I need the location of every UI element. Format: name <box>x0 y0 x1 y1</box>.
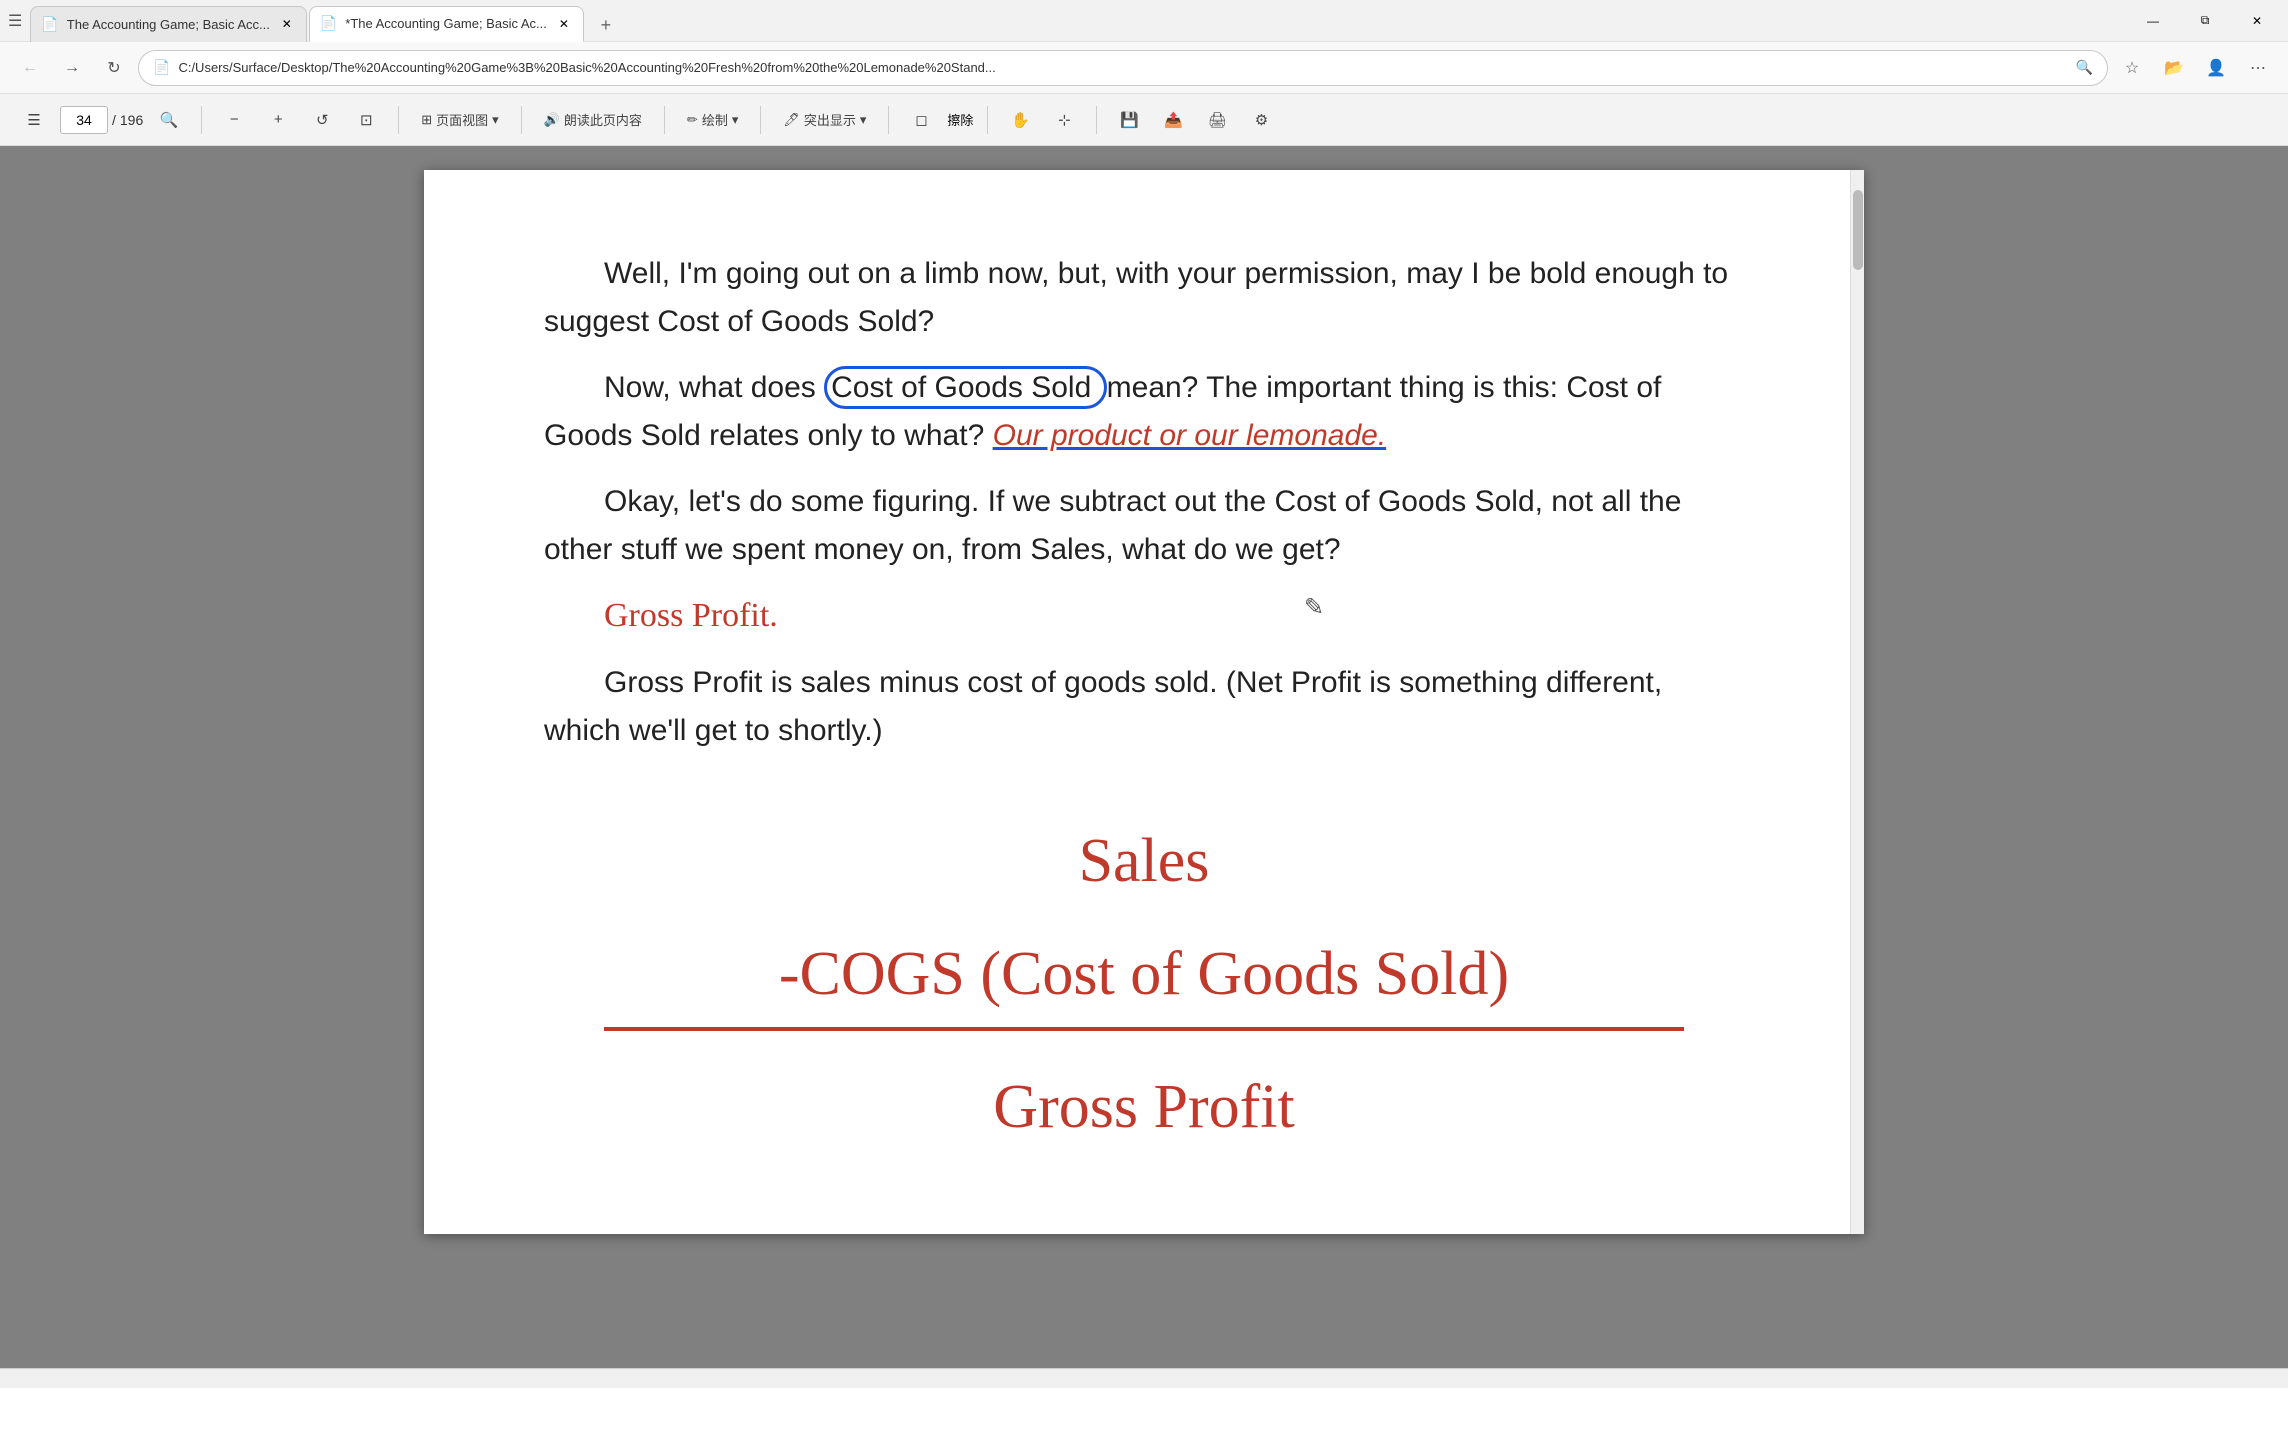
gross-profit-section: Gross Profit. ✎ <box>604 590 1744 641</box>
pdf-scrollbar[interactable] <box>1850 170 1864 1234</box>
save-btn[interactable]: 💾 <box>1111 102 1147 138</box>
divider2 <box>398 106 399 134</box>
select-text-btn[interactable]: ⊹ <box>1046 102 1082 138</box>
formula-gross-profit: Gross Profit <box>544 1061 1744 1154</box>
paragraph-4: Gross Profit is sales minus cost of good… <box>544 659 1744 755</box>
close-btn[interactable]: ✕ <box>2234 5 2280 37</box>
tab-1[interactable]: 📄 The Accounting Game; Basic Acc... ✕ <box>30 6 306 42</box>
sidebar-toggle-icon[interactable]: ☰ <box>8 11 22 31</box>
highlight-chevron-icon: ▾ <box>860 112 867 128</box>
view-chevron-icon: ▾ <box>492 112 499 128</box>
formula-cogs: -COGS (Cost of Goods Sold) <box>604 928 1684 1031</box>
pdf-content-area: Well, I'm going out on a limb now, but, … <box>0 146 2288 1368</box>
tab-2[interactable]: 📄 *The Accounting Game; Basic Ac... ✕ <box>309 6 584 42</box>
page-navigation: / 196 <box>60 106 143 134</box>
total-pages: 196 <box>120 112 143 128</box>
paragraph2-before: Now, what does <box>604 371 816 404</box>
erase-label: 擦除 <box>947 110 973 129</box>
profile-btn[interactable]: 👤 <box>2198 50 2234 86</box>
divider6 <box>888 106 889 134</box>
edit-pencil-icon[interactable]: ✎ <box>1304 590 1324 626</box>
new-tab-btn[interactable]: + <box>590 10 622 42</box>
gross-profit-handwritten: Gross Profit. <box>604 597 778 634</box>
minimize-btn[interactable]: — <box>2130 5 2176 37</box>
highlight-label: 突出显示 <box>804 110 856 129</box>
view-label: 页面视图 <box>436 110 488 129</box>
highlight-icon: 🖊 <box>783 112 800 128</box>
zoom-out-btn[interactable]: − <box>216 102 252 138</box>
tab2-title: *The Accounting Game; Basic Ac... <box>345 16 547 31</box>
paragraph-1: Well, I'm going out on a limb now, but, … <box>544 250 1744 346</box>
pdf-search-btn[interactable]: 🔍 <box>151 102 187 138</box>
taskbar <box>0 1368 2288 1388</box>
maximize-btn[interactable]: ⧉ <box>2182 5 2228 37</box>
back-btn[interactable]: ← <box>12 50 48 86</box>
tab1-title: The Accounting Game; Basic Acc... <box>67 17 270 32</box>
tab2-close-btn[interactable]: ✕ <box>555 15 573 33</box>
eraser-btn[interactable]: ◻ <box>903 102 939 138</box>
navigation-toolbar: ← → ↻ 📄 C:/Users/Surface/Desktop/The%20A… <box>0 42 2288 94</box>
print-btn[interactable]: 🖨 <box>1199 102 1235 138</box>
pdf-menu-btn[interactable]: ☰ <box>16 102 52 138</box>
rotate-btn[interactable]: ↺ <box>304 102 340 138</box>
divider5 <box>760 106 761 134</box>
view-icon: ⊞ <box>421 112 432 128</box>
divider1 <box>201 106 202 134</box>
address-security-icon: 📄 <box>153 59 170 76</box>
zoom-in-btn[interactable]: + <box>260 102 296 138</box>
paragraph2-red-text: Our product or our lemonade. <box>993 419 1387 452</box>
read-label: 朗读此页内容 <box>564 110 642 129</box>
draw-label: 绘制 <box>702 110 728 129</box>
address-search-icon: 🔍 <box>2076 59 2093 76</box>
page-separator: / <box>112 112 116 128</box>
paragraph-2: Now, what does Cost of Goods Sold mean? … <box>544 364 1744 460</box>
cost-of-goods-highlight: Cost of Goods Sold <box>824 366 1107 409</box>
pdf-page: Well, I'm going out on a limb now, but, … <box>424 170 1864 1234</box>
read-btn[interactable]: 🔊 朗读此页内容 <box>536 106 650 133</box>
divider4 <box>664 106 665 134</box>
read-icon: 🔊 <box>544 112 560 128</box>
formula-sales: Sales <box>544 815 1744 908</box>
view-mode-btn[interactable]: ⊞ 页面视图 ▾ <box>413 106 506 133</box>
address-url: C:/Users/Surface/Desktop/The%20Accountin… <box>178 60 2067 75</box>
page-number-input[interactable] <box>60 106 108 134</box>
draw-chevron-icon: ▾ <box>732 112 739 128</box>
pdf-toolbar: ☰ / 196 🔍 − + ↺ ⊡ ⊞ 页面视图 ▾ 🔊 朗读此页内容 ✏ 绘制… <box>0 94 2288 146</box>
forward-btn[interactable]: → <box>54 50 90 86</box>
window-controls: — ⧉ ✕ <box>2130 5 2280 37</box>
tab2-pdf-icon: 📄 <box>320 15 337 32</box>
favorites-btn[interactable]: ☆ <box>2114 50 2150 86</box>
hand-btn[interactable]: ✋ <box>1002 102 1038 138</box>
tab1-close-btn[interactable]: ✕ <box>278 15 296 33</box>
draw-icon: ✏ <box>687 112 698 128</box>
collections-btn[interactable]: 📂 <box>2156 50 2192 86</box>
refresh-btn[interactable]: ↻ <box>96 50 132 86</box>
draw-btn[interactable]: ✏ 绘制 ▾ <box>679 106 746 133</box>
highlight-btn[interactable]: 🖊 突出显示 ▾ <box>775 106 874 133</box>
scrollbar-thumb[interactable] <box>1853 190 1863 270</box>
divider7 <box>987 106 988 134</box>
save-as-btn[interactable]: 📤 <box>1155 102 1191 138</box>
formula-section: Sales -COGS (Cost of Goods Sold) Gross P… <box>544 815 1744 1154</box>
divider3 <box>521 106 522 134</box>
title-bar: ☰ 📄 The Accounting Game; Basic Acc... ✕ … <box>0 0 2288 42</box>
divider8 <box>1096 106 1097 134</box>
more-btn[interactable]: ⋯ <box>2240 50 2276 86</box>
pdf-settings-btn[interactable]: ⚙ <box>1243 102 1279 138</box>
address-bar[interactable]: 📄 C:/Users/Surface/Desktop/The%20Account… <box>138 50 2108 86</box>
paragraph-3: Okay, let's do some figuring. If we subt… <box>544 478 1744 574</box>
fit-btn[interactable]: ⊡ <box>348 102 384 138</box>
tab1-pdf-icon: 📄 <box>41 16 58 33</box>
